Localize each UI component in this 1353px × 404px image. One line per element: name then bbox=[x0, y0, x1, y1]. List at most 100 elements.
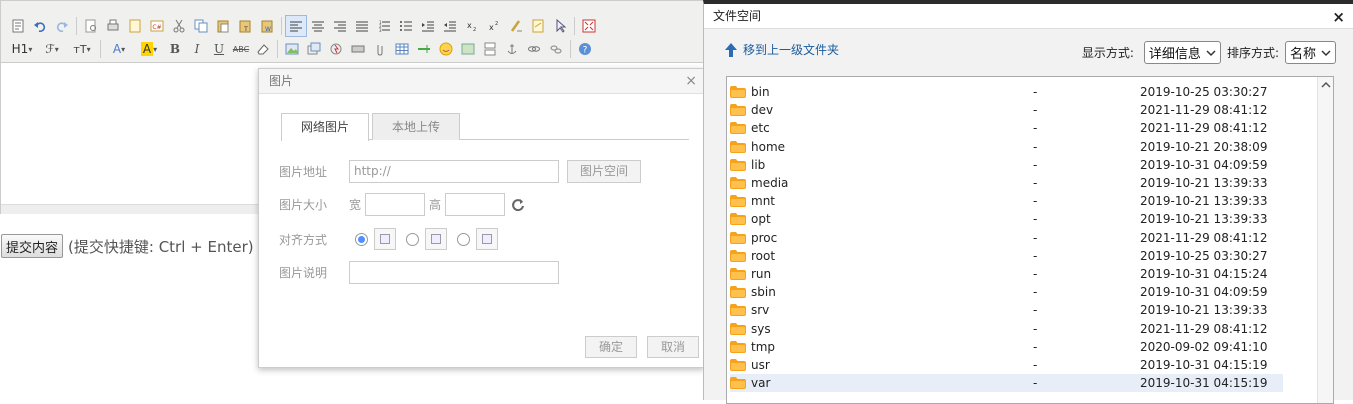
tab-web-image[interactable]: 网络图片 bbox=[281, 113, 370, 141]
image-dialog-tabs: 网络图片 本地上传 bbox=[281, 113, 689, 141]
file-row[interactable]: opt - 2019-10-21 13:39:33 bbox=[730, 210, 1283, 228]
hr-icon bbox=[418, 45, 430, 53]
unlink-button[interactable] bbox=[545, 38, 567, 60]
font-size-button[interactable]: тT ▾ bbox=[67, 38, 97, 60]
cancel-button[interactable]: 取消 bbox=[647, 336, 699, 358]
link-button[interactable] bbox=[523, 38, 545, 60]
svg-text:2: 2 bbox=[473, 27, 476, 33]
refresh-size-icon[interactable] bbox=[511, 198, 525, 212]
parent-folder-link[interactable]: 移到上一级文件夹 bbox=[724, 41, 839, 58]
folder-icon bbox=[730, 377, 746, 390]
flash-button[interactable] bbox=[325, 38, 347, 60]
cut-button[interactable] bbox=[168, 15, 190, 37]
file-row[interactable]: tmp - 2020-09-02 09:41:10 bbox=[730, 338, 1283, 356]
align-right-radio[interactable] bbox=[457, 232, 470, 246]
file-size: - bbox=[1033, 103, 1038, 118]
image-url-label: 图片地址 bbox=[279, 165, 328, 179]
heading-button[interactable]: H1 ▾ bbox=[7, 38, 37, 60]
file-row[interactable]: srv - 2019-10-21 13:39:33 bbox=[730, 301, 1283, 319]
text-color-button[interactable]: A ▾ bbox=[104, 38, 134, 60]
align-left-button[interactable] bbox=[285, 15, 307, 37]
template-icon bbox=[129, 19, 141, 33]
image-height-input[interactable] bbox=[445, 193, 506, 216]
multi-image-button[interactable] bbox=[303, 38, 325, 60]
paste-text-button[interactable]: T bbox=[234, 15, 256, 37]
font-name-button[interactable]: ℱ ▾ bbox=[37, 38, 67, 60]
baidumap-button[interactable] bbox=[457, 38, 479, 60]
indent-button[interactable] bbox=[417, 15, 439, 37]
print-button[interactable] bbox=[102, 15, 124, 37]
underline-button[interactable]: U bbox=[208, 38, 230, 60]
align-left-radio[interactable] bbox=[406, 232, 419, 246]
view-mode-select[interactable]: 详细信息 bbox=[1143, 41, 1221, 64]
tab-local-upload[interactable]: 本地上传 bbox=[372, 113, 461, 140]
file-row[interactable]: etc - 2021-11-29 08:41:12 bbox=[730, 119, 1283, 137]
fullscreen-button[interactable] bbox=[578, 15, 600, 37]
pagebreak-button[interactable] bbox=[479, 38, 501, 60]
image-desc-input[interactable] bbox=[349, 261, 559, 284]
file-row[interactable]: home - 2019-10-21 20:38:09 bbox=[730, 138, 1283, 156]
eraser-button[interactable] bbox=[252, 38, 274, 60]
file-row[interactable]: mnt - 2019-10-21 13:39:33 bbox=[730, 192, 1283, 210]
paste-button[interactable] bbox=[212, 15, 234, 37]
file-row[interactable]: dev - 2021-11-29 08:41:12 bbox=[730, 101, 1283, 119]
clear-format-button[interactable] bbox=[505, 15, 527, 37]
align-default-radio[interactable] bbox=[355, 232, 368, 246]
sort-mode-value: 名称 bbox=[1289, 47, 1316, 62]
file-row[interactable]: var - 2019-10-31 04:15:19 bbox=[730, 374, 1283, 393]
arrow-up-icon bbox=[725, 42, 737, 57]
source-button[interactable] bbox=[7, 15, 29, 37]
code-button[interactable]: C# bbox=[146, 15, 168, 37]
copy-button[interactable] bbox=[190, 15, 212, 37]
template-button[interactable] bbox=[124, 15, 146, 37]
bold-button[interactable]: B bbox=[164, 38, 186, 60]
media-button[interactable] bbox=[347, 38, 369, 60]
align-right-button[interactable] bbox=[329, 15, 351, 37]
scroll-up-icon[interactable] bbox=[1319, 80, 1333, 90]
paste-word-button[interactable]: W bbox=[256, 15, 278, 37]
file-row[interactable]: sys - 2021-11-29 08:41:12 bbox=[730, 320, 1283, 338]
help-button[interactable]: ? bbox=[574, 38, 596, 60]
anchor-button[interactable] bbox=[501, 38, 523, 60]
superscript-button[interactable]: x2 bbox=[483, 15, 505, 37]
emoticon-button[interactable] bbox=[435, 38, 457, 60]
file-row[interactable]: usr - 2019-10-31 04:15:19 bbox=[730, 356, 1283, 374]
ordered-list-button[interactable]: 123 bbox=[373, 15, 395, 37]
pointer-button[interactable] bbox=[549, 15, 571, 37]
file-row[interactable]: bin - 2019-10-25 03:30:27 bbox=[730, 83, 1283, 101]
file-row[interactable]: media - 2019-10-21 13:39:33 bbox=[730, 174, 1283, 192]
submit-button[interactable]: 提交内容 bbox=[1, 234, 64, 258]
table-button[interactable] bbox=[391, 38, 413, 60]
horizontal-rule-button[interactable] bbox=[413, 38, 435, 60]
italic-button[interactable]: I bbox=[186, 38, 208, 60]
attachment-button[interactable] bbox=[369, 38, 391, 60]
file-list-scrollbar[interactable] bbox=[1317, 77, 1333, 403]
preview-button[interactable] bbox=[80, 15, 102, 37]
redo-button[interactable] bbox=[51, 15, 73, 37]
image-space-button[interactable]: 图片空间 bbox=[567, 160, 642, 183]
file-date: 2019-10-31 04:15:19 bbox=[1140, 358, 1268, 372]
image-url-input[interactable]: http:// bbox=[349, 160, 559, 183]
file-row[interactable]: run - 2019-10-31 04:15:24 bbox=[730, 265, 1283, 283]
select-all-button[interactable] bbox=[527, 15, 549, 37]
ok-button[interactable]: 确定 bbox=[585, 336, 637, 358]
outdent-button[interactable] bbox=[439, 15, 461, 37]
submit-shortcut-hint: (提交快捷键: Ctrl + Enter) bbox=[68, 237, 254, 256]
image-button[interactable] bbox=[281, 38, 303, 60]
align-center-button[interactable] bbox=[307, 15, 329, 37]
sort-mode-select[interactable]: 名称 bbox=[1284, 41, 1336, 64]
highlight-color-button[interactable]: A ▾ bbox=[134, 38, 164, 60]
image-width-input[interactable] bbox=[365, 193, 426, 216]
file-row[interactable]: sbin - 2019-10-31 04:09:59 bbox=[730, 283, 1283, 301]
file-row[interactable]: proc - 2021-11-29 08:41:12 bbox=[730, 229, 1283, 247]
justify-button[interactable] bbox=[351, 15, 373, 37]
file-space-close-icon[interactable]: × bbox=[1332, 8, 1345, 26]
strikethrough-button[interactable]: ABC bbox=[230, 38, 252, 60]
subscript-button[interactable]: x2 bbox=[461, 15, 483, 37]
undo-button[interactable] bbox=[29, 15, 51, 37]
image-dialog-close-icon[interactable]: × bbox=[685, 73, 697, 89]
file-row[interactable]: root - 2019-10-25 03:30:27 bbox=[730, 247, 1283, 265]
unordered-list-button[interactable] bbox=[395, 15, 417, 37]
file-row[interactable]: lib - 2019-10-31 04:09:59 bbox=[730, 156, 1283, 174]
file-list[interactable]: bin - 2019-10-25 03:30:27 dev - 2021-11-29 08… bbox=[726, 76, 1334, 404]
